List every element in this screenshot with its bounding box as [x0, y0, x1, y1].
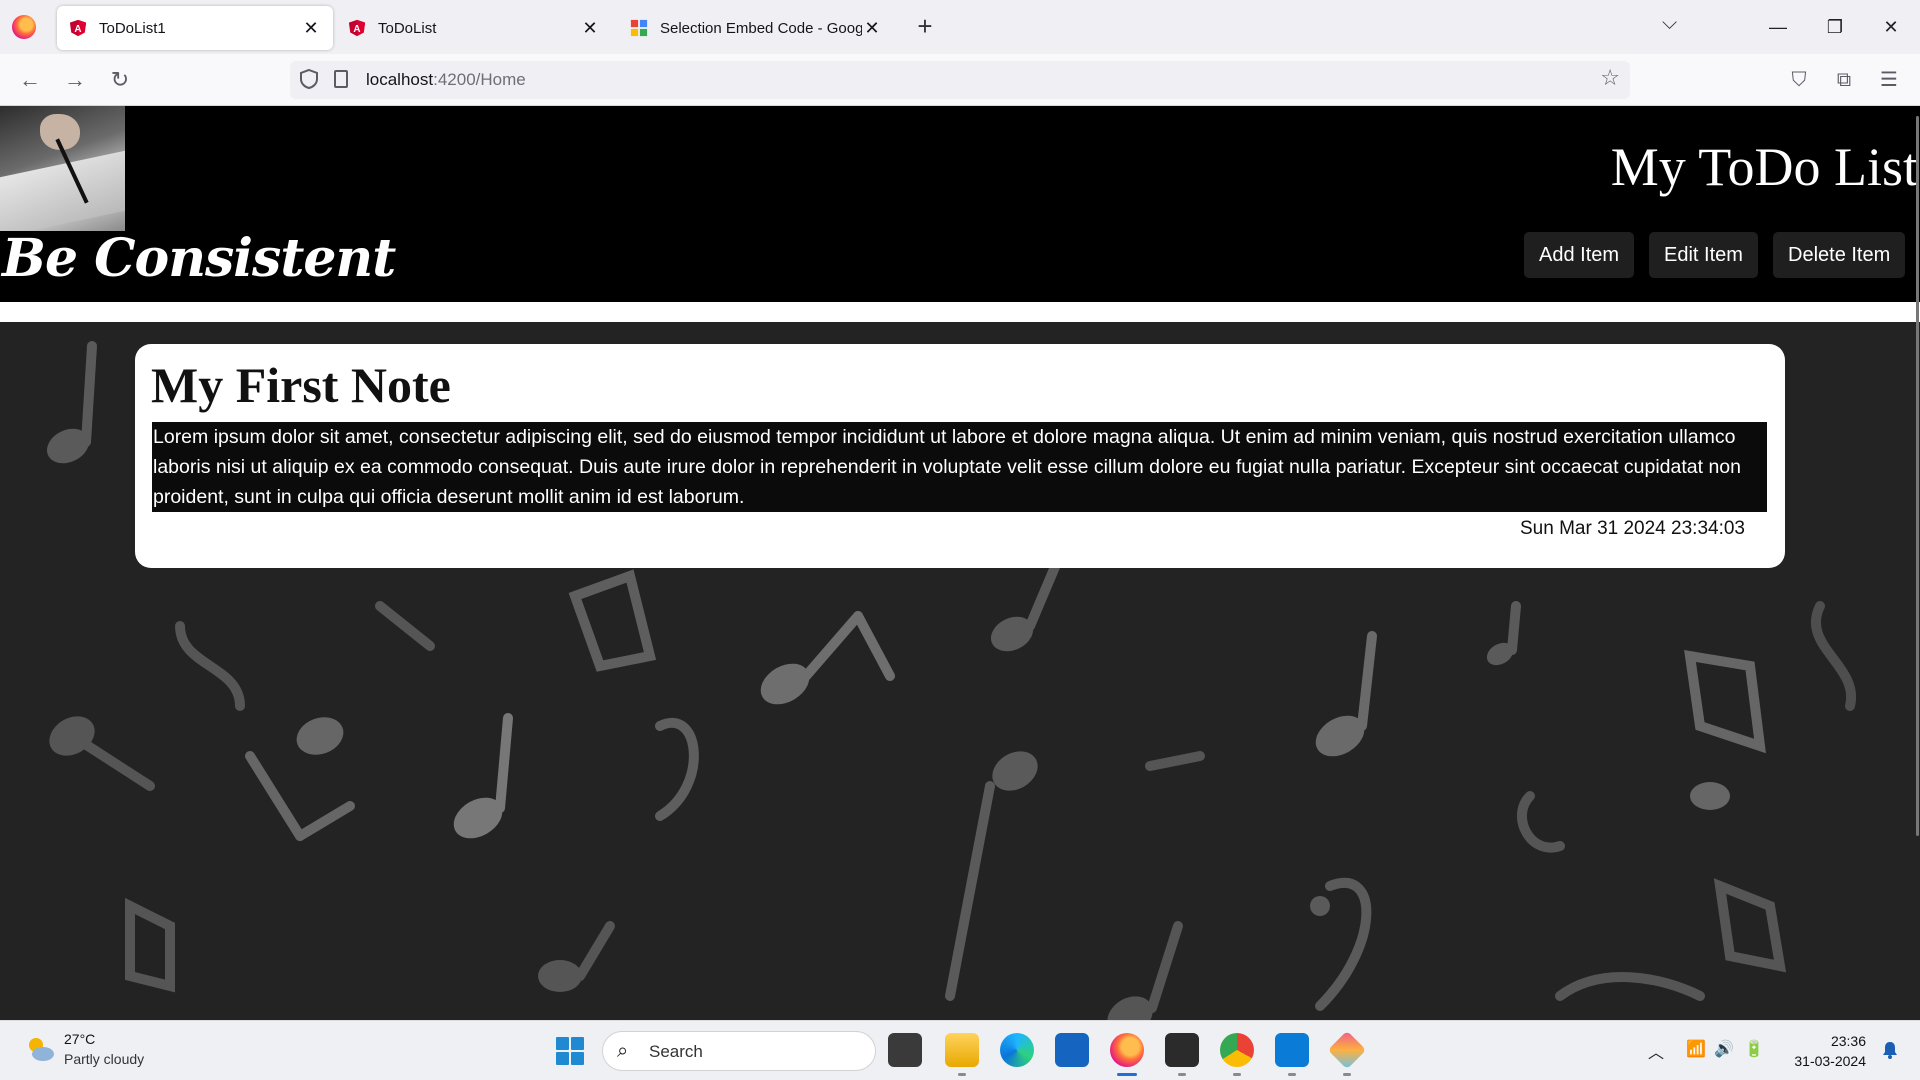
web-page: Be Consistent My ToDo List Add Item Edit… — [0, 106, 1920, 1020]
app-header: Be Consistent My ToDo List Add Item Edit… — [0, 106, 1920, 302]
edge-icon[interactable] — [1000, 1033, 1034, 1067]
close-tab-icon[interactable]: ✕ — [862, 18, 882, 39]
volume-icon[interactable]: 🔊 — [1714, 1039, 1734, 1059]
site-title: My ToDo List — [1610, 137, 1918, 197]
header-divider — [0, 302, 1920, 322]
weather-temp[interactable]: 27°C — [64, 1031, 95, 1047]
browser-tab-selection-embed[interactable]: Selection Embed Code - Googl ✕ — [618, 6, 894, 50]
browser-tab-todolist1[interactable]: A ToDoList1 ✕ — [57, 6, 333, 50]
angular-icon: A — [348, 19, 366, 37]
weather-condition[interactable]: Partly cloudy — [64, 1051, 144, 1067]
browser-tab-strip: A ToDoList1 ✕ A ToDoList ✕ Selection Emb… — [0, 0, 1920, 54]
close-tab-icon[interactable]: ✕ — [301, 18, 321, 39]
new-tab-icon[interactable]: + — [912, 12, 938, 42]
url-path: :4200/Home — [433, 70, 526, 89]
hamburger-menu-icon[interactable]: ☰ — [1874, 65, 1904, 95]
git-gui-icon[interactable] — [1327, 1030, 1367, 1070]
writing-hand-logo — [0, 106, 125, 231]
svg-text:A: A — [353, 24, 360, 35]
pocket-icon[interactable]: ⛉ — [1784, 65, 1814, 95]
vscode-icon[interactable] — [1275, 1033, 1309, 1067]
clock-date: 31-03-2024 — [1794, 1053, 1866, 1069]
chevron-down-icon[interactable]: ⌵ — [1662, 12, 1677, 35]
note-card[interactable]: My First Note Lorem ipsum dolor sit amet… — [135, 344, 1785, 568]
minimize-icon[interactable]: — — [1755, 10, 1801, 44]
tab-title: ToDoList — [378, 19, 437, 37]
taskbar-search[interactable]: ⌕ Search — [602, 1031, 876, 1071]
firefox-menu-icon[interactable] — [12, 15, 36, 39]
shield-icon[interactable] — [298, 68, 320, 90]
partly-cloudy-icon[interactable] — [24, 1033, 56, 1065]
angular-icon: A — [69, 19, 87, 37]
url-text[interactable]: localhost:4200/Home — [366, 70, 526, 90]
battery-icon[interactable]: 🔋 — [1744, 1039, 1764, 1059]
wifi-icon[interactable]: 📶 — [1686, 1039, 1706, 1059]
svg-text:A: A — [74, 24, 81, 35]
motto-text: Be Consistent — [2, 228, 396, 289]
tab-title: ToDoList1 — [99, 19, 166, 37]
clock-time: 23:36 — [1830, 1033, 1866, 1049]
page-icon[interactable] — [334, 70, 348, 88]
delete-item-button[interactable]: Delete Item — [1773, 232, 1906, 278]
firefox-icon[interactable] — [1110, 1033, 1144, 1067]
note-date: Sun Mar 31 2024 23:34:03 — [1519, 518, 1745, 539]
running-indicator — [1178, 1073, 1186, 1076]
task-view-icon[interactable] — [888, 1033, 922, 1067]
chevron-up-icon[interactable]: ︿ — [1648, 1039, 1664, 1063]
bookmark-star-icon[interactable]: ☆ — [1600, 65, 1620, 91]
chrome-icon[interactable] — [1220, 1033, 1254, 1067]
close-window-icon[interactable]: ✕ — [1868, 10, 1914, 44]
system-clock[interactable]: 23:36 31-03-2024 — [1794, 1031, 1866, 1071]
browser-nav-bar: ← → ↻ localhost:4200/Home ☆ ⛉ ⧉ ☰ — [0, 54, 1920, 106]
url-bar[interactable]: localhost:4200/Home ☆ — [290, 61, 1630, 99]
url-host: localhost — [366, 70, 434, 89]
search-label: Search — [649, 1042, 703, 1061]
google-icon — [630, 19, 648, 37]
forward-icon[interactable]: → — [59, 64, 91, 96]
close-tab-icon[interactable]: ✕ — [580, 18, 600, 39]
note-title: My First Note — [151, 357, 451, 413]
file-explorer-icon[interactable] — [945, 1033, 979, 1067]
edit-item-button[interactable]: Edit Item — [1649, 232, 1758, 278]
running-indicator — [1343, 1073, 1351, 1076]
add-item-button[interactable]: Add Item — [1524, 232, 1635, 278]
terminal-icon[interactable] — [1165, 1033, 1199, 1067]
search-icon: ⌕ — [617, 1040, 629, 1062]
reload-icon[interactable]: ↻ — [104, 64, 136, 96]
note-body: Lorem ipsum dolor sit amet, consectetur … — [152, 422, 1767, 512]
windows-start-icon[interactable] — [556, 1037, 584, 1065]
restore-icon[interactable]: ❐ — [1812, 10, 1858, 44]
back-icon[interactable]: ← — [14, 64, 46, 96]
extensions-icon[interactable]: ⧉ — [1829, 65, 1859, 95]
tab-title: Selection Embed Code - Googl — [660, 19, 862, 37]
running-indicator — [958, 1073, 966, 1076]
active-indicator — [1117, 1073, 1137, 1076]
taskbar: 27°C Partly cloudy ⌕ Search ︿ 📶 🔊 🔋 23:3… — [0, 1020, 1920, 1080]
microsoft-store-icon[interactable] — [1055, 1033, 1089, 1067]
running-indicator — [1288, 1073, 1296, 1076]
browser-tab-todolist[interactable]: A ToDoList ✕ — [336, 6, 612, 50]
running-indicator — [1233, 1073, 1241, 1076]
notification-bell-icon[interactable] — [1882, 1041, 1898, 1059]
page-scrollbar[interactable] — [1916, 116, 1919, 836]
